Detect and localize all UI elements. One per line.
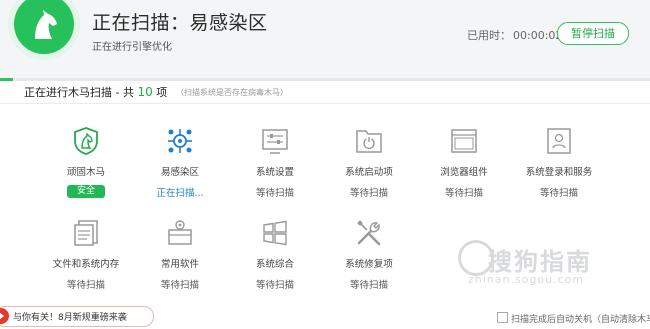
scan-item-status: 等待扫描 — [160, 280, 199, 291]
auto-shutdown-checkbox[interactable] — [497, 312, 508, 323]
scan-item-browser-components: 浏览器组件 等待扫描 — [416, 126, 512, 199]
startup-folder-icon — [356, 130, 382, 153]
scan-item-status: 正在扫描... — [156, 188, 204, 199]
scan-heading-prefix: 正在进行木马扫描 - 共 — [24, 86, 138, 99]
settings-sliders-icon — [262, 129, 288, 154]
scan-item-label: 文件和系统内存 — [52, 259, 120, 270]
scan-item-status: 等待扫描 — [255, 280, 294, 291]
elapsed-value: 00:00:02 — [513, 29, 563, 42]
scan-item-label: 顽固木马 — [66, 167, 105, 178]
auto-shutdown-option[interactable]: 扫描完成后自动关机（自动清除木马 — [497, 312, 650, 325]
scan-item-system-settings: 系统设置 等待扫描 — [227, 126, 323, 199]
virus-hotspot-icon — [168, 129, 192, 153]
watermark-cn: 搜狗指南 — [488, 248, 592, 276]
software-box-icon — [168, 220, 192, 245]
pause-scan-button[interactable]: 暂停扫描 — [557, 22, 629, 45]
safe-badge: 安全 — [67, 185, 105, 198]
scan-note: （扫描系统是否存在病毒木马） — [176, 88, 288, 97]
file-memory-icon — [74, 220, 98, 246]
scan-item-infection-zone: 易感染区 正在扫描... — [132, 126, 228, 199]
scan-item-label: 易感染区 — [160, 167, 199, 178]
elapsed-time: 已用时： 00:00:02 — [465, 27, 562, 43]
scan-item-status: 等待扫描 — [66, 280, 105, 291]
scan-item-login-services: 系统登录和服务 等待扫描 — [511, 126, 607, 199]
scan-item-stubborn-trojan: 顽固木马 安全 — [38, 126, 134, 198]
login-user-icon — [547, 128, 571, 154]
scan-item-status: 等待扫描 — [539, 188, 578, 199]
scan-item-label: 系统设置 — [255, 167, 294, 178]
scan-item-common-software: 常用软件 等待扫描 — [132, 218, 228, 291]
horse-icon — [35, 10, 57, 39]
news-text[interactable]: 与你有关！8月新规重磅来袭 — [13, 310, 127, 323]
scan-item-startup: 系统启动项 等待扫描 — [321, 126, 417, 199]
shield-horse-icon — [74, 127, 98, 155]
scan-item-status: 等待扫描 — [349, 188, 388, 199]
elapsed-label: 已用时： — [467, 29, 511, 42]
watermark-en: zhinan.sogou.com — [468, 273, 585, 286]
scan-subtitle: 正在进行引擎优化 — [92, 42, 172, 53]
scan-heading-suffix: 项 — [152, 86, 168, 99]
scan-item-label: 系统登录和服务 — [525, 167, 593, 178]
scan-item-status: 等待扫描 — [255, 188, 294, 199]
scan-item-count: 10 — [137, 85, 153, 99]
windows-logo-icon — [263, 220, 287, 246]
auto-shutdown-label: 扫描完成后自动关机（自动清除木马 — [511, 315, 650, 325]
divider — [0, 103, 650, 104]
news-banner[interactable]: 与你有关！8月新规重磅来袭 — [0, 306, 154, 327]
scan-progress-fill — [0, 78, 13, 81]
repair-tools-icon — [357, 220, 381, 246]
scan-heading: 正在进行木马扫描 - 共 10 项 — [24, 84, 167, 100]
scan-item-system-repair: 系统修复项 等待扫描 — [321, 218, 417, 291]
scan-item-status: 等待扫描 — [444, 188, 483, 199]
scan-item-label: 常用软件 — [160, 259, 199, 270]
browser-window-icon — [451, 129, 477, 153]
scan-item-system-general: 系统综合 等待扫描 — [227, 218, 323, 291]
scan-item-files-memory: 文件和系统内存 等待扫描 — [38, 218, 134, 291]
scan-item-status: 等待扫描 — [349, 280, 388, 291]
antivirus-logo — [14, 0, 74, 54]
scan-header: 正在扫描：易感染区 正在进行引擎优化 已用时： 00:00:02 暂停扫描 — [0, 0, 650, 81]
scan-item-label: 浏览器组件 — [440, 167, 488, 178]
scan-item-label: 系统修复项 — [345, 259, 393, 270]
scan-item-label: 系统启动项 — [345, 167, 393, 178]
play-icon — [0, 308, 9, 324]
scan-item-label: 系统综合 — [255, 259, 294, 270]
page-title: 正在扫描：易感染区 — [92, 12, 268, 34]
scan-progress-bar — [0, 78, 650, 81]
